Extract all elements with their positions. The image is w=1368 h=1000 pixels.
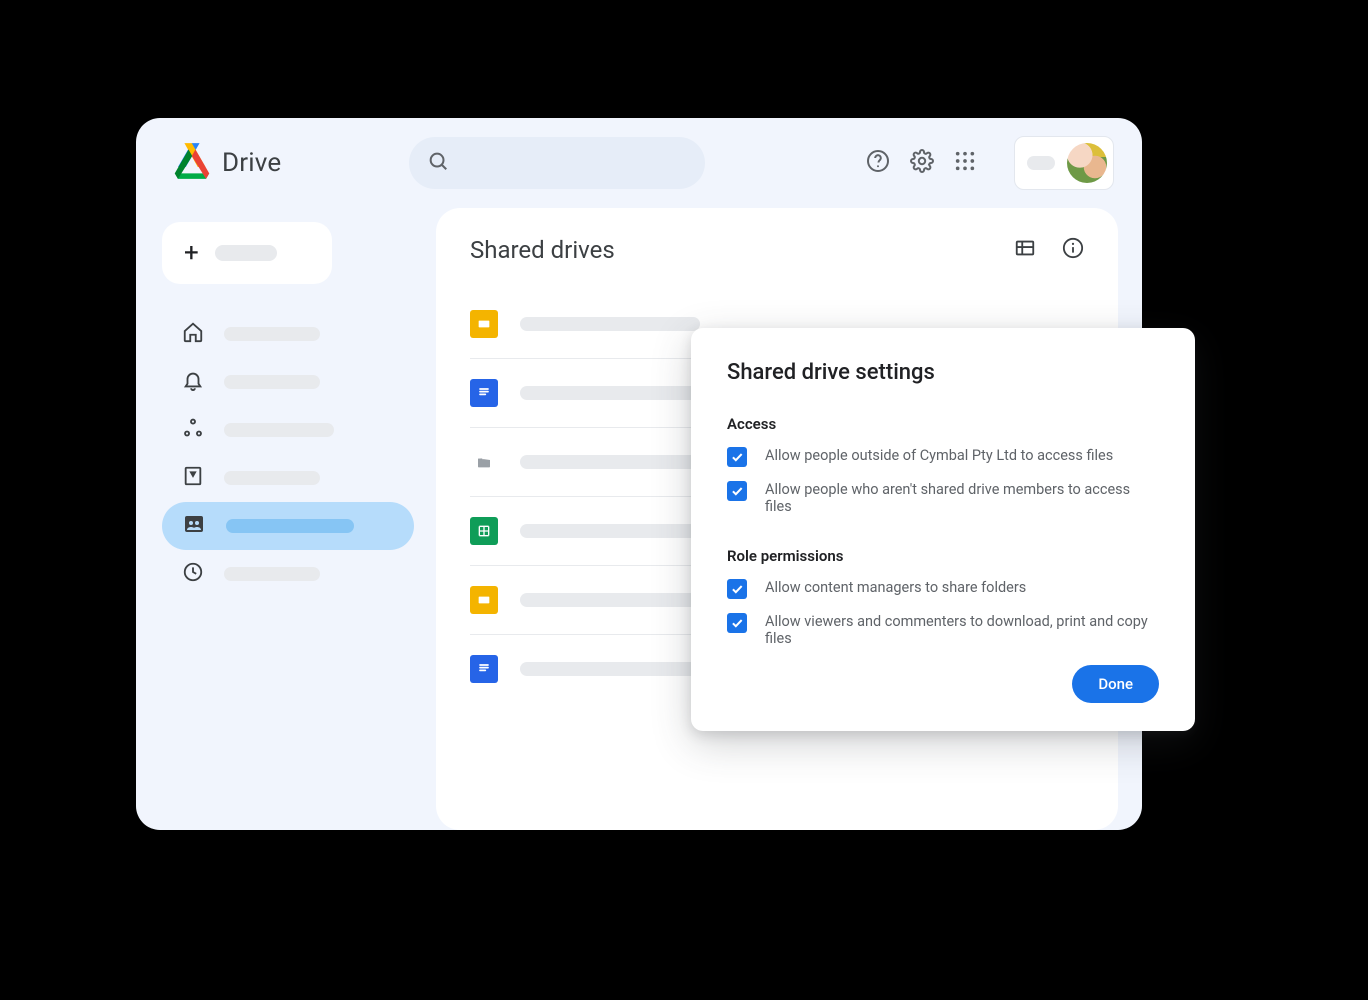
app-logo-lockup: Drive: [172, 143, 281, 183]
docs-file-icon: [470, 379, 498, 407]
search-input[interactable]: [409, 137, 705, 189]
header-actions: [866, 136, 1114, 190]
avatar: [1067, 143, 1107, 183]
sidebar-item-label-placeholder: [226, 519, 354, 533]
file-name-placeholder: [520, 317, 700, 331]
account-chip[interactable]: [1014, 136, 1114, 190]
sidebar: +: [136, 208, 436, 830]
setting-label: Allow content managers to share folders: [765, 579, 1026, 596]
setting-label: Allow people outside of Cymbal Pty Ltd t…: [765, 447, 1113, 464]
slides-file-icon: [470, 586, 498, 614]
apps-grid-icon[interactable]: [954, 150, 976, 176]
sidebar-item-notifications[interactable]: [162, 358, 414, 406]
sidebar-item-home[interactable]: [162, 310, 414, 358]
search-icon: [427, 150, 449, 176]
dialog-section-heading: Role permissions: [727, 547, 1159, 565]
setting-allow-external-access[interactable]: Allow people outside of Cymbal Pty Ltd t…: [727, 447, 1159, 467]
gear-icon[interactable]: [910, 149, 934, 177]
share-icon: [182, 417, 204, 443]
setting-label: Allow viewers and commenters to download…: [765, 613, 1159, 647]
new-button-label-placeholder: [215, 245, 277, 261]
sidebar-item-recent[interactable]: [162, 550, 414, 598]
checkbox-checked-icon: [727, 481, 747, 501]
folder-file-icon: [470, 448, 498, 476]
setting-label: Allow people who aren't shared drive mem…: [765, 481, 1159, 515]
app-title: Drive: [222, 148, 281, 178]
help-icon[interactable]: [866, 149, 890, 177]
sidebar-item-shared-drives[interactable]: [162, 502, 414, 550]
sheets-file-icon: [470, 517, 498, 545]
checkbox-checked-icon: [727, 579, 747, 599]
file-name-placeholder: [520, 524, 700, 538]
my-drive-icon: [182, 465, 204, 491]
setting-allow-nonmember-access[interactable]: Allow people who aren't shared drive mem…: [727, 481, 1159, 515]
slides-file-icon: [470, 310, 498, 338]
list-view-icon[interactable]: [1014, 237, 1036, 263]
shared-drive-settings-dialog: Shared drive settings Access Allow peopl…: [691, 328, 1195, 731]
done-button[interactable]: Done: [1072, 665, 1159, 703]
sidebar-item-label-placeholder: [224, 471, 320, 485]
account-label-placeholder: [1027, 156, 1055, 170]
page-title: Shared drives: [470, 236, 615, 264]
setting-viewers-download-print-copy[interactable]: Allow viewers and commenters to download…: [727, 613, 1159, 647]
docs-file-icon: [470, 655, 498, 683]
sidebar-item-label-placeholder: [224, 567, 320, 581]
sidebar-item-label-placeholder: [224, 327, 320, 341]
file-name-placeholder: [520, 455, 700, 469]
sidebar-item-label-placeholder: [224, 375, 320, 389]
file-name-placeholder: [520, 386, 700, 400]
sidebar-item-shared[interactable]: [162, 406, 414, 454]
sidebar-item-my-drive[interactable]: [162, 454, 414, 502]
bell-icon: [182, 369, 204, 395]
file-name-placeholder: [520, 593, 700, 607]
dialog-title: Shared drive settings: [727, 360, 1159, 385]
checkbox-checked-icon: [727, 613, 747, 633]
shared-drives-icon: [182, 512, 206, 540]
new-button[interactable]: +: [162, 222, 332, 284]
plus-icon: +: [184, 240, 199, 266]
sidebar-item-label-placeholder: [224, 423, 334, 437]
home-icon: [182, 321, 204, 347]
checkbox-checked-icon: [727, 447, 747, 467]
drive-logo-icon: [172, 143, 212, 183]
header: Drive: [136, 118, 1142, 208]
clock-icon: [182, 561, 204, 587]
setting-managers-share-folders[interactable]: Allow content managers to share folders: [727, 579, 1159, 599]
info-icon[interactable]: [1062, 237, 1084, 263]
dialog-section-heading: Access: [727, 415, 1159, 433]
file-name-placeholder: [520, 662, 700, 676]
